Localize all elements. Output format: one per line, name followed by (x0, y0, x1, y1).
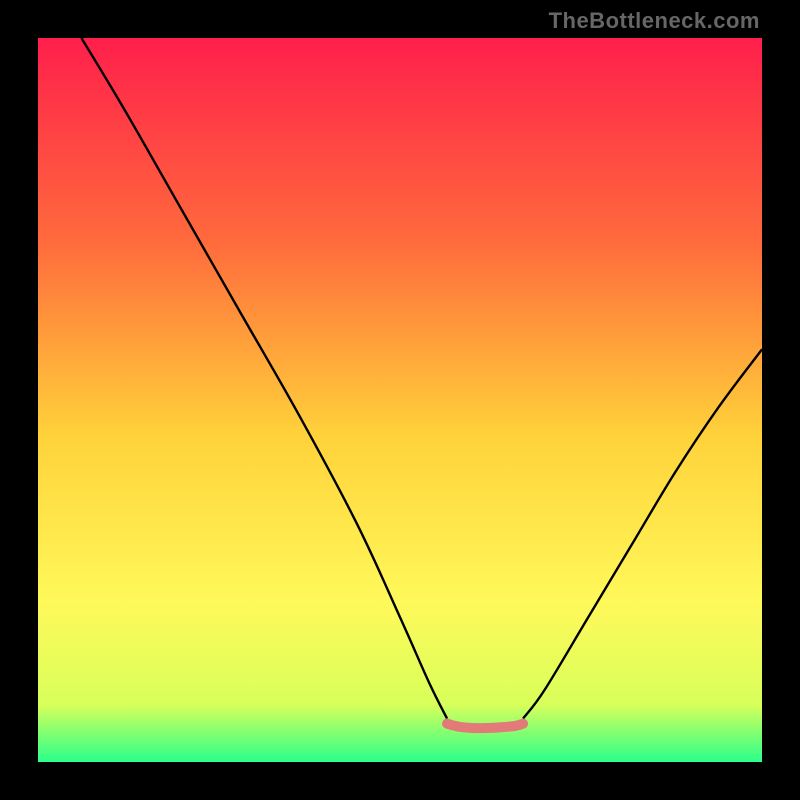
bottleneck-curve-chart (38, 38, 762, 762)
chart-frame: TheBottleneck.com (0, 0, 800, 800)
curve-flat-bottom (447, 724, 523, 728)
watermark-text: TheBottleneck.com (549, 8, 760, 34)
plot-area (38, 38, 762, 762)
